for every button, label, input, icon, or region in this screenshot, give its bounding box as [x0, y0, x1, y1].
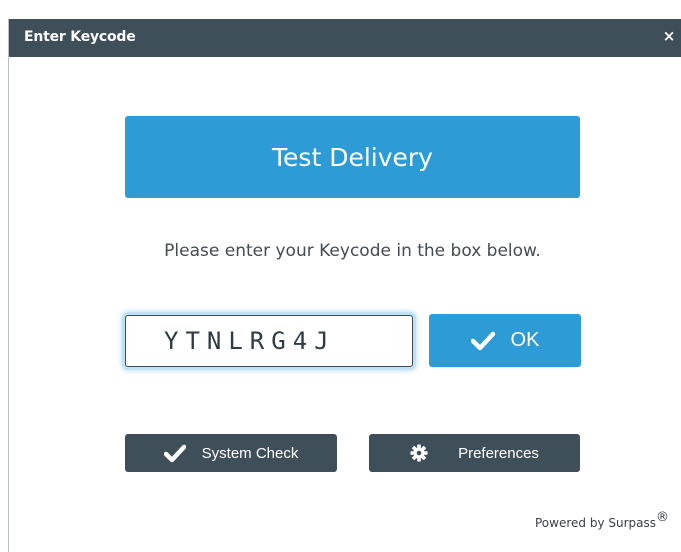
- instruction-text: Please enter your Keycode in the box bel…: [164, 241, 541, 261]
- gear-icon: [410, 444, 428, 462]
- registered-mark: ®: [656, 510, 669, 525]
- system-check-label: System Check: [201, 444, 299, 462]
- checkmark-icon: [163, 444, 186, 462]
- powered-by-footer: Powered by Surpass®: [535, 510, 669, 530]
- powered-by-text: Powered by Surpass: [535, 516, 656, 530]
- ok-button-label: OK: [510, 329, 540, 351]
- system-check-button[interactable]: System Check: [125, 434, 337, 472]
- test-delivery-banner: Test Delivery: [125, 116, 580, 198]
- preferences-label: Preferences: [458, 444, 539, 462]
- checkmark-icon: [470, 331, 495, 350]
- close-icon[interactable]: ×: [662, 28, 676, 44]
- dialog-titlebar: Enter Keycode ×: [9, 19, 681, 57]
- keycode-dialog: Enter Keycode × Test Delivery Please ent…: [8, 19, 681, 552]
- preferences-button[interactable]: Preferences: [369, 434, 580, 472]
- dialog-title: Enter Keycode: [24, 29, 136, 45]
- banner-title: Test Delivery: [272, 142, 433, 172]
- ok-button[interactable]: OK: [429, 314, 581, 367]
- keycode-input[interactable]: [125, 315, 413, 367]
